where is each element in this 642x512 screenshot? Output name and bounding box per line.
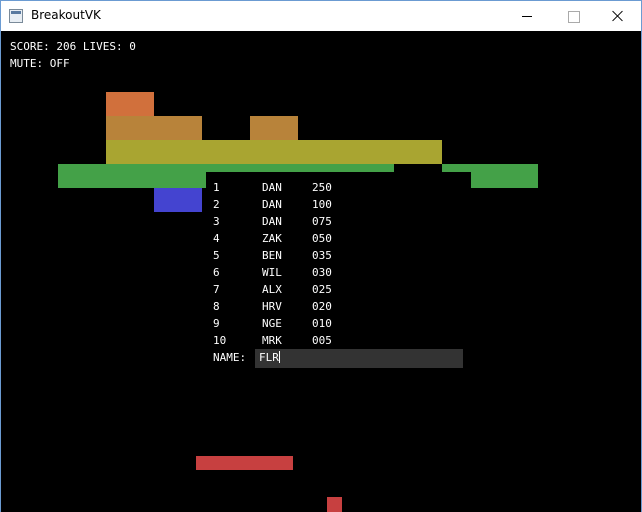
- highscore-rank: 7: [213, 283, 220, 296]
- ball: [327, 497, 342, 512]
- highscore-score: 010: [312, 317, 332, 330]
- highscore-name: NGE: [262, 317, 282, 330]
- highscore-name: WIL: [262, 266, 282, 279]
- highscore-score: 100: [312, 198, 332, 211]
- game-canvas[interactable]: SCORE: 206 LIVES: 0 MUTE: OFF 1 DAN 250 2 DA…: [1, 31, 641, 512]
- highscore-score: 075: [312, 215, 332, 228]
- app-window-icon: [9, 9, 23, 23]
- window-title: BreakoutVK: [31, 8, 101, 22]
- highscore-rank: 8: [213, 300, 220, 313]
- highscore-rank: 6: [213, 266, 220, 279]
- highscore-score: 050: [312, 232, 332, 245]
- paddle[interactable]: [196, 456, 293, 470]
- name-label: NAME:: [213, 351, 247, 364]
- highscore-rank: 3: [213, 215, 220, 228]
- name-input-value: FLR: [259, 351, 279, 364]
- highscore-name: ALX: [262, 283, 282, 296]
- highscore-name: DAN: [262, 215, 282, 228]
- name-input[interactable]: FLR: [255, 349, 463, 368]
- title-bar[interactable]: BreakoutVK: [1, 1, 641, 31]
- maximize-button[interactable]: [550, 1, 596, 31]
- highscore-rank: 4: [213, 232, 220, 245]
- brick-green: [58, 172, 206, 188]
- highscore-score: 035: [312, 249, 332, 262]
- brick-orange: [106, 92, 154, 116]
- brick-blue: [154, 188, 202, 212]
- highscore-score: 005: [312, 334, 332, 347]
- close-button[interactable]: [595, 1, 641, 31]
- highscore-name: ZAK: [262, 232, 282, 245]
- highscore-rank: 5: [213, 249, 220, 262]
- highscore-score: 025: [312, 283, 332, 296]
- brick-olive-row: [106, 140, 442, 164]
- highscore-score: 250: [312, 181, 332, 194]
- brick-green: [442, 164, 538, 172]
- highscore-name: BEN: [262, 249, 282, 262]
- brick-green: [471, 172, 538, 188]
- highscore-name: MRK: [262, 334, 282, 347]
- brick-brown: [106, 116, 202, 140]
- game-window: BreakoutVK SCORE: 206 LIVES: 0 MUTE: OFF…: [0, 0, 642, 512]
- score-lives-readout: SCORE: 206 LIVES: 0: [10, 40, 136, 53]
- text-caret: [278, 351, 280, 363]
- brick-green: [58, 164, 394, 172]
- highscore-rank: 2: [213, 198, 220, 211]
- mute-status: MUTE: OFF: [10, 57, 70, 70]
- highscore-score: 030: [312, 266, 332, 279]
- highscore-name: DAN: [262, 198, 282, 211]
- highscore-name: DAN: [262, 181, 282, 194]
- highscore-rank: 9: [213, 317, 220, 330]
- highscore-score: 020: [312, 300, 332, 313]
- highscore-rank: 10: [213, 334, 227, 347]
- highscore-rank: 1: [213, 181, 220, 194]
- minimize-button[interactable]: [504, 1, 550, 31]
- highscore-name: HRV: [262, 300, 282, 313]
- brick-brown: [250, 116, 298, 140]
